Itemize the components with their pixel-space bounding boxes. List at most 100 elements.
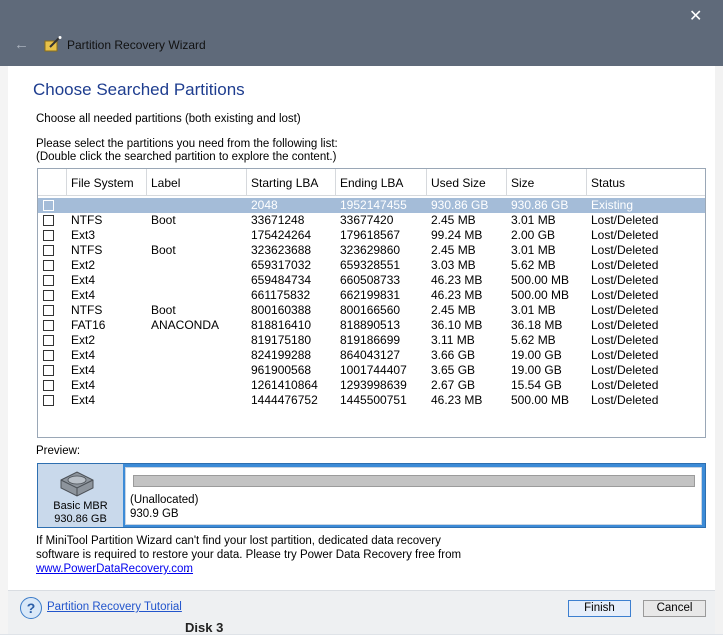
cell-starting-lba: 659484734 [251,273,312,287]
cell-label [147,363,151,378]
cell-file-system: Ext4 [71,393,96,407]
close-icon[interactable]: ✕ [689,6,702,26]
cell-ending-lba: 659328551 [340,258,401,272]
row-checkbox[interactable] [43,230,54,241]
column-header-status[interactable]: Status [587,169,705,195]
cell-ending-lba: 33677420 [340,213,394,227]
column-header-used-size[interactable]: Used Size [427,169,507,195]
cell-status: Lost/Deleted [591,258,659,272]
cell-label [147,288,151,303]
cell-starting-lba: 1261410864 [251,378,318,392]
cell-starting-lba: 1444476752 [251,393,318,407]
row-checkbox[interactable] [43,395,54,406]
row-checkbox[interactable] [43,275,54,286]
table-row[interactable]: Ext2 819175180 819186699 3.11 MB 5.62 MB Lost… [38,333,705,348]
cell-label: ANACONDA [151,318,220,332]
table-row[interactable]: 2048 1952147455 930.86 GB 930.86 GB Existing [38,198,705,213]
cell-used-size: 930.86 GB [431,198,489,212]
partition-recovery-tutorial-link[interactable]: Partition Recovery Tutorial [47,601,182,613]
cell-file-system: Ext4 [71,378,96,392]
column-header-checkbox[interactable] [38,169,67,195]
table-row[interactable]: Ext4 961900568 1001744407 3.65 GB 19.00 GB Lo… [38,363,705,378]
row-checkbox[interactable] [43,200,54,211]
cell-file-system: Ext4 [71,348,96,362]
partition-preview[interactable]: (Unallocated) 930.9 GB [125,467,702,525]
disk-preview-disk[interactable]: Basic MBR 930.86 GB [38,464,123,527]
title-bar: ← Partition Recovery Wizard ✕ [0,0,723,66]
cell-file-system: Ext4 [71,288,96,302]
column-header-starting-lba[interactable]: Starting LBA [247,169,336,195]
cell-status: Lost/Deleted [591,318,659,332]
cell-starting-lba: 175424264 [251,228,312,242]
row-checkbox[interactable] [43,215,54,226]
table-row[interactable]: NTFS Boot 33671248 33677420 2.45 MB 3.01 MB Lo… [38,213,705,228]
cell-ending-lba: 800166560 [340,303,401,317]
table-row[interactable]: Ext4 661175832 662199831 46.23 MB 500.00 MB L… [38,288,705,303]
cell-starting-lba: 2048 [251,198,278,212]
cell-status: Lost/Deleted [591,288,659,302]
cancel-button[interactable]: Cancel [643,600,706,617]
cell-status: Lost/Deleted [591,363,659,377]
cell-used-size: 2.67 GB [431,378,476,392]
partition-table: File System Label Starting LBA Ending LB… [37,168,706,438]
column-header-size[interactable]: Size [507,169,587,195]
cell-size: 2.00 GB [511,228,556,242]
row-checkbox[interactable] [43,260,54,271]
cell-label [147,198,151,213]
cell-label [147,393,151,408]
cell-used-size: 3.03 MB [431,258,476,272]
cell-ending-lba: 662199831 [340,288,401,302]
table-row[interactable]: Ext3 175424264 179618567 99.24 MB 2.00 GB Los… [38,228,705,243]
finish-button[interactable]: Finish [568,600,631,617]
cell-ending-lba: 1001744407 [340,363,407,377]
info-text-line-1: If MiniTool Partition Wizard can't find … [36,535,441,547]
row-checkbox[interactable] [43,365,54,376]
preview-label: Preview: [36,445,81,457]
table-row[interactable]: NTFS Boot 323623688 323629860 2.45 MB 3.01 MB… [38,243,705,258]
cell-status: Lost/Deleted [591,243,659,257]
cell-used-size: 3.65 GB [431,363,476,377]
power-data-recovery-link[interactable]: www.PowerDataRecovery.com [36,563,193,575]
cell-ending-lba: 1445500751 [340,393,407,407]
row-checkbox[interactable] [43,350,54,361]
row-checkbox[interactable] [43,245,54,256]
cell-used-size: 46.23 MB [431,288,483,302]
cell-starting-lba: 961900568 [251,363,312,377]
instruction-line-1: Please select the partitions you need fr… [36,138,338,150]
help-icon[interactable]: ? [20,597,42,619]
row-checkbox[interactable] [43,305,54,316]
partition-usage-bar [133,475,695,487]
cell-file-system: Ext3 [71,228,96,242]
cell-ending-lba: 818890513 [340,318,401,332]
background-app-right [715,66,723,634]
cell-file-system: NTFS [71,303,103,317]
table-row[interactable]: FAT16 ANACONDA 818816410 818890513 36.10 MB 3… [38,318,705,333]
cell-used-size: 36.10 MB [431,318,483,332]
column-header-ending-lba[interactable]: Ending LBA [336,169,427,195]
cell-status: Lost/Deleted [591,393,659,407]
row-checkbox[interactable] [43,380,54,391]
row-checkbox[interactable] [43,335,54,346]
column-header-label[interactable]: Label [147,169,247,195]
instruction-line-2: (Double click the searched partition to … [36,151,337,163]
cell-size: 36.18 MB [511,318,563,332]
cell-size: 930.86 GB [511,198,569,212]
cell-file-system: NTFS [71,213,103,227]
table-row[interactable]: Ext4 1261410864 1293998639 2.67 GB 15.54 GB L… [38,378,705,393]
cell-ending-lba: 323629860 [340,243,401,257]
row-checkbox[interactable] [43,320,54,331]
table-row[interactable]: Ext4 1444476752 1445500751 46.23 MB 500.00 M… [38,393,705,408]
cell-status: Lost/Deleted [591,348,659,362]
cell-size: 19.00 GB [511,348,562,362]
cell-status: Lost/Deleted [591,378,659,392]
table-row[interactable]: Ext2 659317032 659328551 3.03 MB 5.62 MB Lost… [38,258,705,273]
column-header-file-system[interactable]: File System [67,169,147,195]
back-arrow-icon[interactable]: ← [14,36,29,53]
cell-size: 500.00 MB [511,273,570,287]
table-row[interactable]: Ext4 659484734 660508733 46.23 MB 500.00 MB L… [38,273,705,288]
cell-label [147,378,151,393]
table-row[interactable]: NTFS Boot 800160388 800166560 2.45 MB 3.01 MB… [38,303,705,318]
row-checkbox[interactable] [43,290,54,301]
cell-ending-lba: 1293998639 [340,378,407,392]
table-row[interactable]: Ext4 824199288 864043127 3.66 GB 19.00 GB Los… [38,348,705,363]
